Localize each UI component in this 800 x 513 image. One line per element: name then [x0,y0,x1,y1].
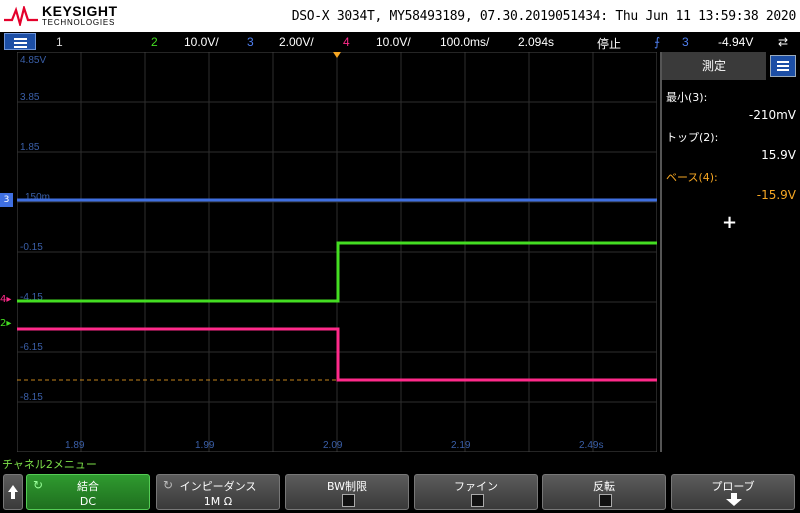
softkey-fine-label: ファイン [454,480,498,493]
add-measurement-button[interactable]: + [722,212,737,233]
main-menu-button[interactable] [4,33,36,50]
softkey-probe-label: プローブ [711,480,755,493]
y-label-2: 1.85 [20,142,40,153]
softkey-menu-title: チャネル2メニュー [2,458,97,471]
arrow-down-icon [726,493,742,506]
timebase-scale[interactable]: 100.0ms/ [440,35,489,49]
channel2-marker-label: 2 [0,318,7,329]
measurement-panel: 測定 最小(3): -210mV トップ(2): 15.9V ベース(4): -… [660,52,800,452]
keysight-logo-icon [4,6,38,26]
measurement-value-min: -210mV [748,108,796,122]
x-label-2: 2.09 [323,440,343,451]
softkey-invert-label: 反転 [593,480,615,493]
softkey-coupling[interactable]: ↻ 結合 DC [26,474,150,510]
y-label-7: -8.15 [20,392,43,403]
measurement-label-base: ベース(4): [666,171,718,184]
arrow-up-icon [8,485,18,499]
y-label-1: 3.85 [20,92,40,103]
channel3-ground-marker[interactable]: 3 [0,193,13,207]
bw-limit-checkbox[interactable] [342,494,355,507]
channel3-number[interactable]: 3 [247,35,254,49]
instrument-title: DSO-X 3034T, MY58493189, 07.30.201905143… [291,9,797,24]
run-state[interactable]: 停止 [597,35,621,52]
softkey-impedance[interactable]: ↻ インピーダンス 1M Ω [156,474,280,510]
softkey-probe[interactable]: プローブ [671,474,795,510]
horizontal-delay[interactable]: 2.094s [518,35,554,49]
fine-checkbox[interactable] [471,494,484,507]
invert-checkbox[interactable] [599,494,612,507]
y-label-4: -0.15 [20,242,43,253]
channel3-marker-label: 3 [3,195,10,205]
trigger-level[interactable]: -4.94V [718,35,753,49]
panel-menu-icon[interactable] [770,55,796,77]
y-label-6: -6.15 [20,342,43,353]
trigger-edge-icon: ⨍ [654,35,661,49]
brand-subtitle: TECHNOLOGIES [42,18,116,27]
y-label-0: 4.85V [20,55,46,66]
x-label-0: 1.89 [65,440,85,451]
channel2-scale: 10.0V/ [184,35,219,49]
channel3-scale: 2.00V/ [279,35,314,49]
brand-name: KEYSIGHT [42,3,118,19]
measurement-label-top: トップ(2): [666,131,719,144]
x-label-3: 2.19 [451,440,471,451]
menu-up-button[interactable] [3,474,23,510]
channel2-number[interactable]: 2 [151,35,158,49]
measurement-value-top: 15.9V [761,148,796,162]
channel-status-bar: 1 2 10.0V/ 3 2.00V/ 4 10.0V/ 100.0ms/ 2.… [0,32,800,52]
softkey-impedance-label: インピーダンス [179,480,257,493]
softkey-fine[interactable]: ファイン [414,474,538,510]
softkey-impedance-value: 1M Ω [203,495,233,508]
channel1-number[interactable]: 1 [56,35,63,49]
waveform-display[interactable]: 4.85V 3.85 1.85 150m -0.15 -4.15 -6.15 -… [17,52,657,452]
x-label-1: 1.99 [195,440,215,451]
network-icon: ⇄ [778,35,789,49]
channel4-scale: 10.0V/ [376,35,411,49]
measurement-label-min: 最小(3): [666,91,708,104]
measurement-panel-title[interactable]: 測定 [662,52,766,80]
trigger-channel[interactable]: 3 [682,35,689,49]
channel4-number[interactable]: 4 [343,35,350,49]
measurement-value-base: -15.9V [756,188,796,202]
softkey-coupling-value: DC [79,495,97,508]
channel4-marker-label: 4 [0,294,7,305]
channel4-ground-marker[interactable]: 4▸ [0,294,13,306]
softkey-bw-limit-label: BW制限 [326,480,368,493]
header-bar: KEYSIGHT TECHNOLOGIES DSO-X 3034T, MY584… [0,0,800,32]
channel2-ground-marker[interactable]: 2▸ [0,318,13,330]
softkey-invert[interactable]: 反転 [542,474,666,510]
softkey-bw-limit[interactable]: BW制限 [285,474,409,510]
x-label-4: 2.49s [579,440,603,451]
softkey-coupling-label: 結合 [77,480,99,493]
